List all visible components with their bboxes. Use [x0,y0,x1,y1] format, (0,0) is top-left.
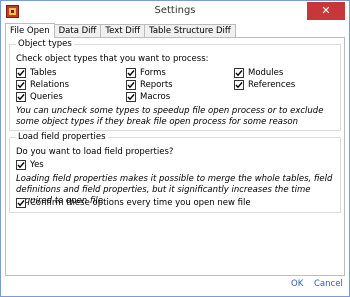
object-types-title: Object types [16,39,74,49]
checkbox-references[interactable]: References [234,80,295,90]
object-types-note: You can uncheck some types to speedup fi… [16,106,324,127]
checkbox-label: Tables [30,68,57,78]
object-types-group: Object types Check object types that you… [9,39,341,131]
check-icon [16,80,26,90]
checkbox-label: References [248,80,296,90]
ok-button[interactable]: OK [291,279,303,289]
checkbox-tables[interactable]: Tables [16,68,56,78]
check-icon [16,160,26,170]
close-button[interactable]: ✕ [307,2,345,20]
checkbox-load-field-yes[interactable]: Yes [16,160,44,170]
check-icon [16,68,26,78]
settings-window: Settings ✕ File Open Data Diff Text Diff… [0,0,350,297]
checkbox-relations[interactable]: Relations [16,80,69,90]
tab-panel: Object types Check object types that you… [5,37,345,276]
checkbox-label: Yes [30,160,44,170]
check-icon [126,80,136,90]
check-icon [16,198,26,208]
load-field-group: Load field properties Do you want to loa… [9,132,341,213]
checkbox-label: Queries [30,92,63,102]
checkbox-label: Relations [30,80,70,90]
tab-data-diff[interactable]: Data Diff [53,24,102,38]
checkbox-label: Modules [248,68,284,78]
checkbox-reports[interactable]: Reports [126,80,173,90]
tab-strip: File Open Data Diff Text Diff Table Stru… [5,23,236,38]
load-field-title: Load field properties [16,132,108,142]
check-icon [234,80,244,90]
checkbox-modules[interactable]: Modules [234,68,283,78]
checkbox-label: Reports [140,80,173,90]
title-bar: Settings ✕ [1,1,349,22]
check-icon [234,68,244,78]
checkbox-confirm-options[interactable]: Confirm these options every time you ope… [16,198,251,208]
check-icon [16,92,26,102]
tab-text-diff[interactable]: Text Diff [100,24,146,38]
checkbox-macros[interactable]: Macros [126,92,170,102]
checkbox-queries[interactable]: Queries [16,92,63,102]
check-icon [126,68,136,78]
checkbox-label: Forms [140,68,166,78]
tab-table-structure-diff[interactable]: Table Structure Diff [144,24,236,38]
checkbox-label: Macros [140,92,171,102]
cancel-button[interactable]: Cancel [314,279,343,289]
check-icon [126,92,136,102]
tab-file-open[interactable]: File Open [5,23,55,38]
object-types-prompt: Check object types that you want to proc… [16,54,209,64]
load-field-question: Do you want to load field properties? [16,147,174,157]
window-title: Settings [154,5,196,16]
checkbox-label: Confirm these options every time you ope… [30,198,251,208]
checkbox-forms[interactable]: Forms [126,68,166,78]
